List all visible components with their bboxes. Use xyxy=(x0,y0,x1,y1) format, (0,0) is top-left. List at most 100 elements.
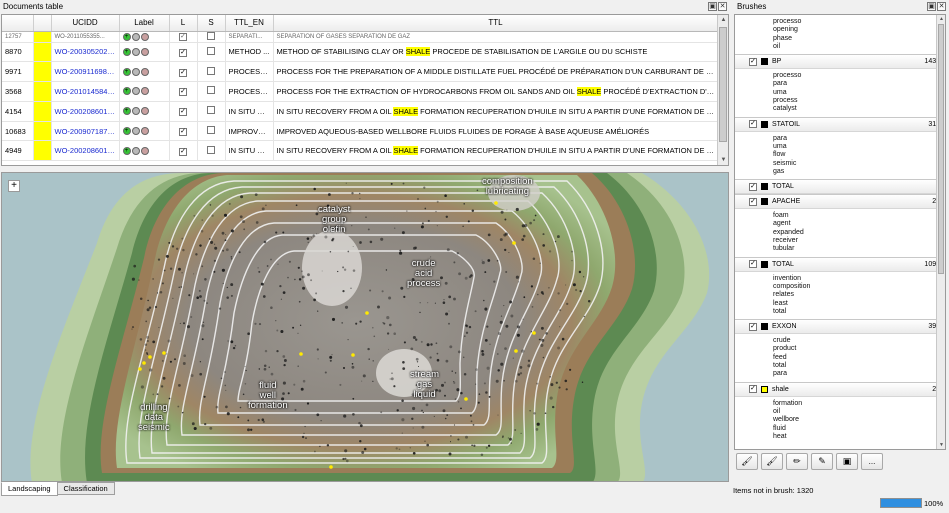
row-s-checkbox[interactable] xyxy=(207,106,215,115)
brush-color-swatch[interactable] xyxy=(761,260,768,268)
label-add-icon[interactable]: + xyxy=(122,87,131,96)
remove-brush-button[interactable]: 🖌 xyxy=(761,453,783,470)
row-s-checkbox[interactable] xyxy=(207,145,215,154)
brush-item[interactable]: ✓ EXXON 399 crude product feed total para xyxy=(735,319,945,381)
brush-visible-checkbox[interactable]: ✓ xyxy=(749,182,757,191)
col-header-ucidd[interactable]: UCIDD xyxy=(51,15,120,32)
row-s-checkbox[interactable] xyxy=(207,66,215,75)
scroll-up-icon[interactable]: ▲ xyxy=(718,15,728,25)
row-l-checkbox[interactable]: ✓ xyxy=(179,147,187,156)
row-ucidd[interactable]: WO-2009116989... xyxy=(51,61,120,83)
label-remove-icon[interactable] xyxy=(140,107,149,116)
table-scroll-thumb[interactable] xyxy=(719,27,727,142)
table-row[interactable]: 4154 WO-2002086018... + ✓ IN SITU RE... IN SI… xyxy=(2,101,719,122)
brush-list-scrollbar[interactable]: ▲ ▼ xyxy=(936,15,945,449)
col-header-color[interactable] xyxy=(33,15,52,32)
label-neutral-icon[interactable] xyxy=(131,47,140,56)
label-add-icon[interactable]: + xyxy=(122,67,131,76)
col-header-label[interactable]: Label xyxy=(119,15,170,32)
label-add-icon[interactable]: + xyxy=(122,146,131,155)
row-ucidd[interactable]: WO-2009071873... xyxy=(51,121,120,142)
row-l-checkbox[interactable]: ✓ xyxy=(179,128,187,137)
brush-header[interactable]: ✓ BP 1431 xyxy=(735,54,945,70)
brush-color-swatch[interactable] xyxy=(761,323,768,331)
table-row[interactable]: 3568 WO-2010145847... + ✓ PROCESS F... PROCES… xyxy=(2,81,719,102)
tab-landscaping[interactable]: Landscaping xyxy=(1,482,58,496)
brush-header[interactable]: ✓ TOTAL 1096 xyxy=(735,256,945,272)
brush-visible-checkbox[interactable]: ✓ xyxy=(749,322,757,331)
row-l-checkbox[interactable]: ✓ xyxy=(179,68,187,77)
scroll-down-icon[interactable]: ▼ xyxy=(937,441,945,449)
brush-color-swatch[interactable] xyxy=(761,198,768,206)
row-l-checkbox[interactable]: ✓ xyxy=(179,48,187,57)
table-vertical-scrollbar[interactable]: ▲ ▼ xyxy=(717,15,728,165)
label-add-icon[interactable]: + xyxy=(122,107,131,116)
col-header-s[interactable]: S xyxy=(197,15,226,32)
label-remove-icon[interactable] xyxy=(140,47,149,56)
brush-visible-checkbox[interactable]: ✓ xyxy=(749,260,757,269)
brush-item[interactable]: ✓ BP 1431 processo para uma process catalyst xyxy=(735,54,945,116)
col-header-ttl-en[interactable]: TTL_EN xyxy=(225,15,274,32)
more-options-button[interactable]: ... xyxy=(861,453,883,470)
brush-item[interactable]: ✓TOTAL0 xyxy=(735,179,945,195)
brush-color-swatch[interactable] xyxy=(761,385,768,393)
table-row[interactable]: 10683 WO-2009071873... + ✓ IMPROVED... IMPROV… xyxy=(2,121,719,142)
label-neutral-icon[interactable] xyxy=(131,67,140,76)
row-l-checkbox[interactable]: ✓ xyxy=(179,108,187,117)
col-header-id[interactable] xyxy=(2,15,34,32)
label-remove-icon[interactable] xyxy=(140,32,149,41)
close-icon[interactable]: ✕ xyxy=(937,2,946,11)
documents-table[interactable]: UCIDD Label L S TTL_EN TTL 12757 WO-20110… xyxy=(1,14,729,166)
row-s-checkbox[interactable] xyxy=(207,46,215,55)
col-header-ttl[interactable]: TTL xyxy=(273,15,719,32)
brush-color-swatch[interactable] xyxy=(761,120,768,128)
label-neutral-icon[interactable] xyxy=(131,87,140,96)
row-s-checkbox[interactable] xyxy=(207,126,215,135)
brush-item[interactable]: ✓shale23formationoilwellborefluidheat xyxy=(735,381,945,444)
label-neutral-icon[interactable] xyxy=(131,127,140,136)
label-remove-icon[interactable] xyxy=(140,67,149,76)
add-brush-button[interactable]: 🖌 xyxy=(736,453,758,470)
brush-item[interactable]: ✓ TOTAL 1096 invention composition relates lea… xyxy=(735,256,945,319)
table-row[interactable]: 12757 WO-2011055355... + ✓ SEPARATI... SEPARA… xyxy=(2,31,719,43)
brush-header[interactable]: ✓TOTAL0 xyxy=(735,179,945,195)
row-ucidd[interactable]: WO-2002086018... xyxy=(51,101,120,122)
brush-header[interactable]: ✓ STATOIL 317 xyxy=(735,116,945,132)
edit-brush-button[interactable]: ✏ xyxy=(786,453,808,470)
brush-visible-checkbox[interactable]: ✓ xyxy=(749,120,757,129)
scroll-up-icon[interactable]: ▲ xyxy=(937,15,945,23)
table-row[interactable]: 4949 WO-2002086018... + ✓ IN SITU RE... IN SI… xyxy=(2,140,719,162)
col-header-l[interactable]: L xyxy=(169,15,198,32)
float-icon[interactable]: ▣ xyxy=(708,2,717,11)
row-s-checkbox[interactable] xyxy=(207,31,215,40)
row-ucidd[interactable]: WO-2003052023... xyxy=(51,42,120,63)
label-remove-icon[interactable] xyxy=(140,87,149,96)
brush-color-swatch[interactable] xyxy=(761,183,768,191)
brush-settings-button[interactable]: ▣ xyxy=(836,453,858,470)
brush-color-swatch[interactable] xyxy=(761,58,768,66)
row-l-checkbox[interactable]: ✓ xyxy=(179,32,187,41)
row-ucidd[interactable]: WO-2011055355... xyxy=(51,31,120,43)
brush-visible-checkbox[interactable]: ✓ xyxy=(749,385,757,394)
label-add-icon[interactable]: + xyxy=(122,32,131,41)
scroll-down-icon[interactable]: ▼ xyxy=(718,155,728,165)
landscape-map-canvas[interactable] xyxy=(2,173,729,482)
close-icon[interactable]: ✕ xyxy=(718,2,727,11)
row-ucidd[interactable]: WO-2010145847... xyxy=(51,81,120,102)
brush-item[interactable]: ✓ STATOIL 317 para uma flow seismic gas xyxy=(735,116,945,179)
brush-item[interactable]: ✓APACHE23foamagentexpandedreceivertubula… xyxy=(735,194,945,256)
float-icon[interactable]: ▣ xyxy=(927,2,936,11)
brush-list[interactable]: processo opening phase oil ✓ BP 1431 processo p… xyxy=(734,14,946,450)
brush-scroll-thumb[interactable] xyxy=(938,24,944,274)
table-row[interactable]: 8870 WO-2003052023... + ✓ METHOD ... METHOD O… xyxy=(2,42,719,63)
table-row[interactable]: 9971 WO-2009116989... + ✓ PROCESS F... PROCES… xyxy=(2,61,719,83)
label-neutral-icon[interactable] xyxy=(131,146,140,155)
label-neutral-icon[interactable] xyxy=(131,32,140,41)
brush-header[interactable]: ✓ EXXON 399 xyxy=(735,319,945,335)
label-add-icon[interactable]: + xyxy=(122,127,131,136)
tab-classification[interactable]: Classification xyxy=(56,482,115,495)
brush-visible-checkbox[interactable]: ✓ xyxy=(749,57,757,66)
row-ucidd[interactable]: WO-2002086018... xyxy=(51,140,120,162)
landscape-map[interactable]: catalyst group olefin crude acid process compo… xyxy=(1,172,729,482)
label-remove-icon[interactable] xyxy=(140,146,149,155)
